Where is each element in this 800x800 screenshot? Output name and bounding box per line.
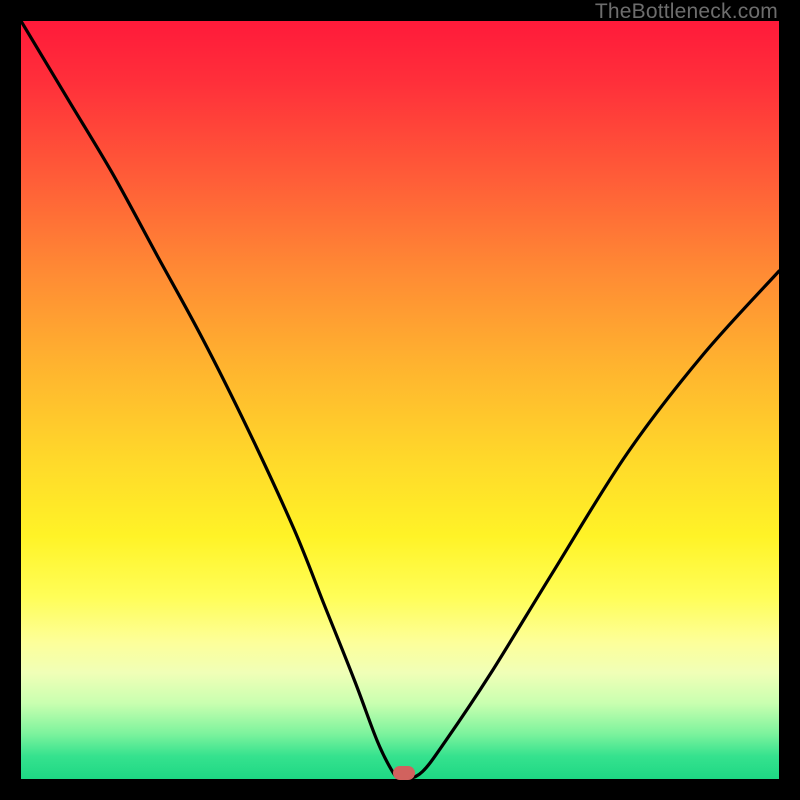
curve-svg [21,21,779,779]
bottleneck-curve-path [21,21,779,779]
outer-frame: TheBottleneck.com [0,0,800,800]
plot-area [21,21,779,779]
optimum-marker [393,766,415,780]
